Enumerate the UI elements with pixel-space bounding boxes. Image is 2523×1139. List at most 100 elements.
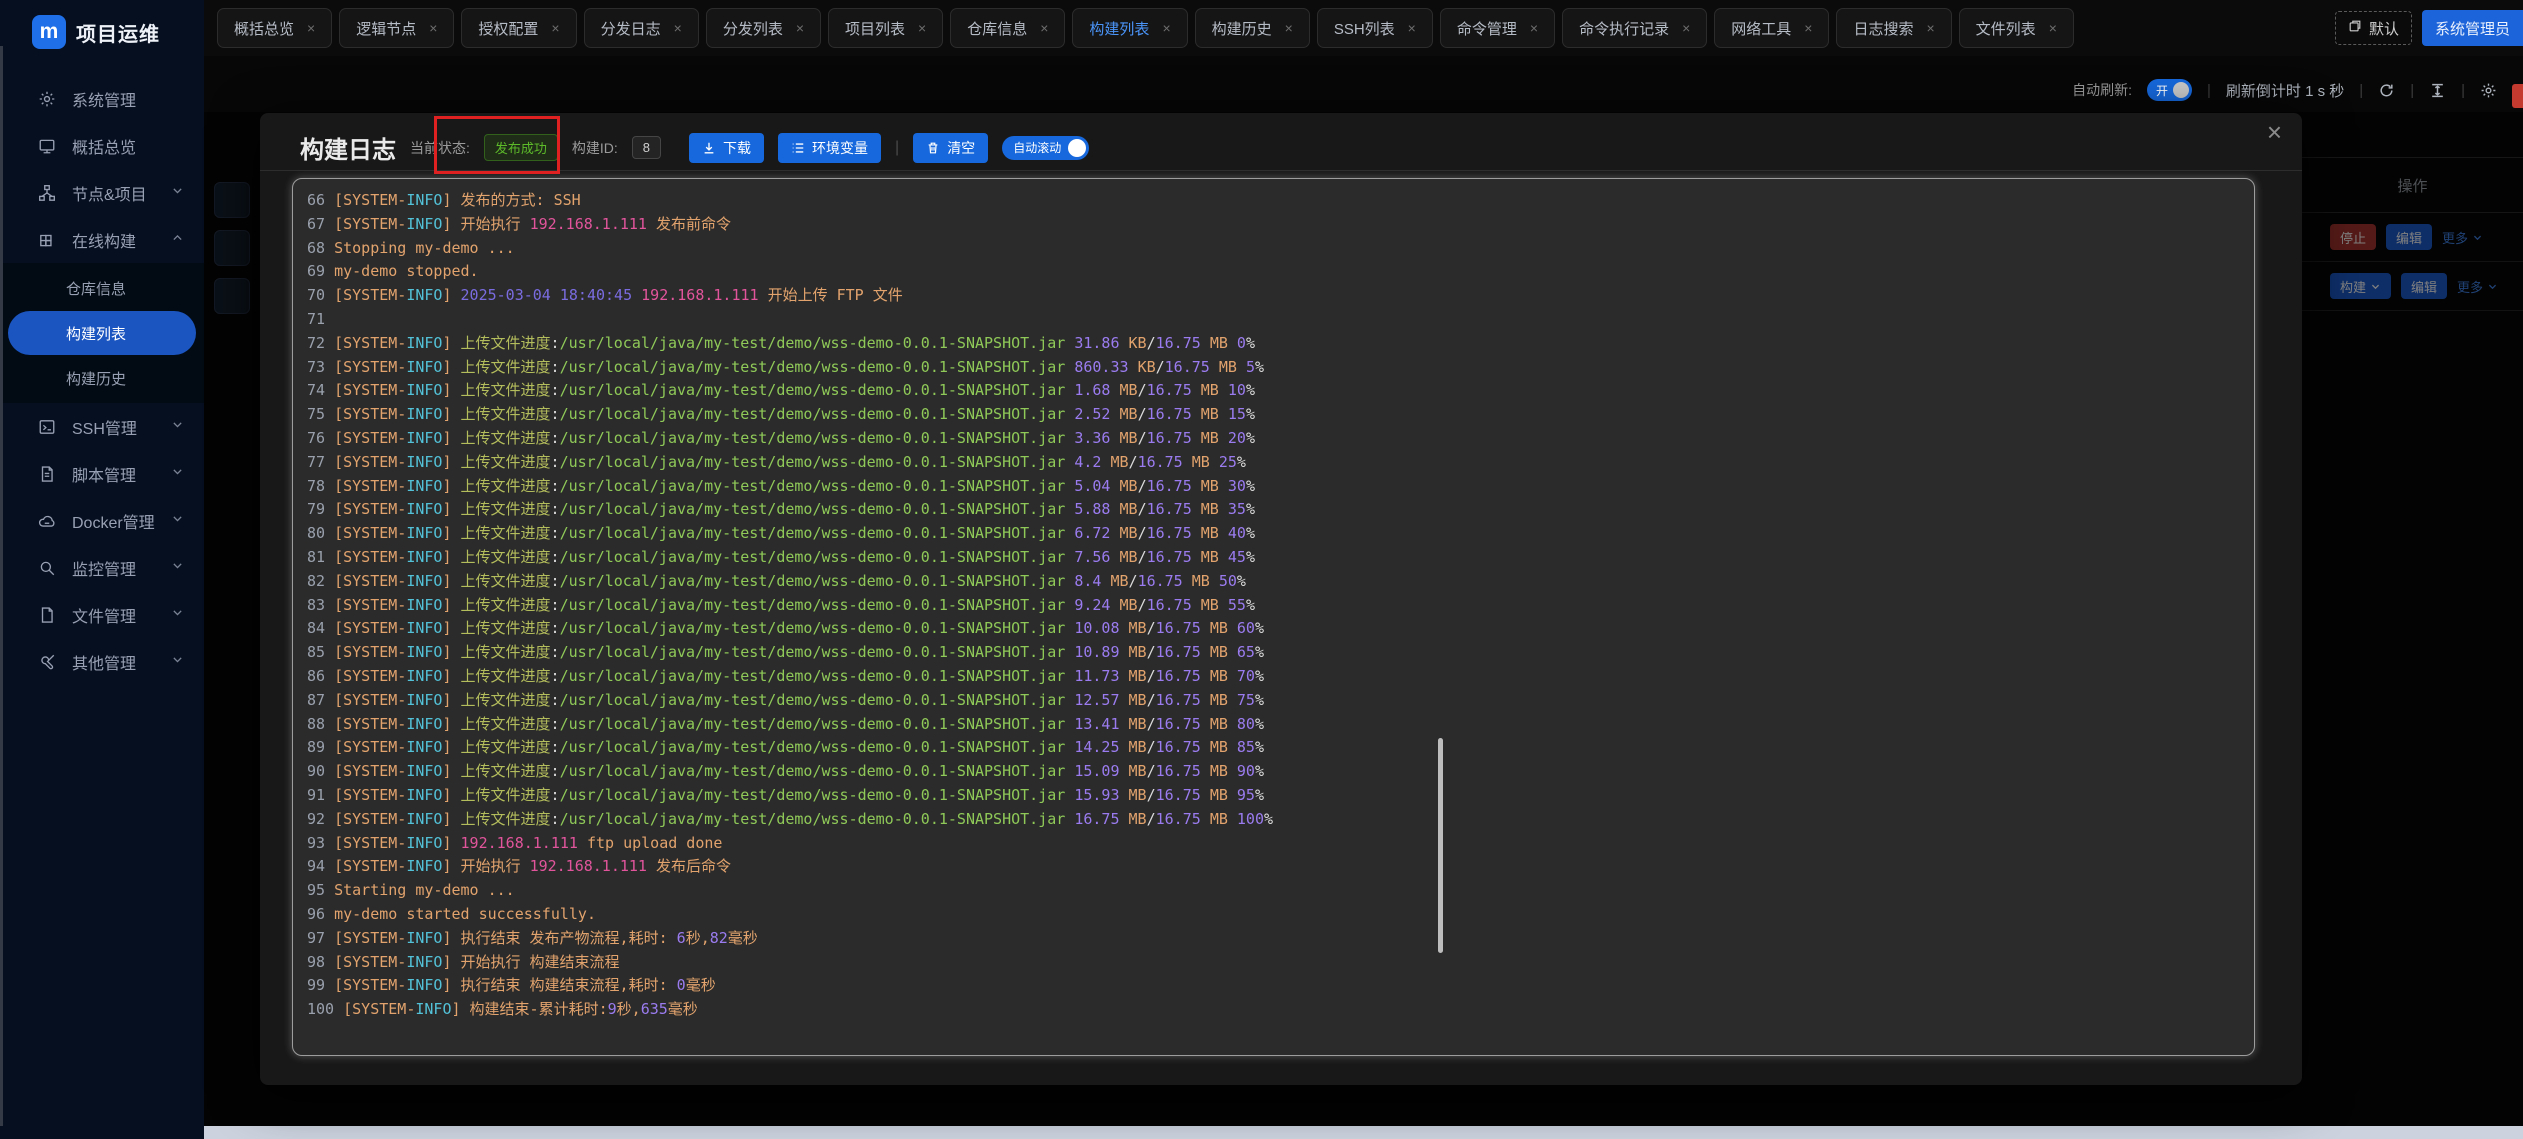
topbar-right: 默认 系统管理员 [2335, 10, 2523, 46]
workspace-default-label: 默认 [2369, 18, 2399, 39]
tab-close-icon[interactable]: × [1530, 20, 1538, 36]
log-line: 69 my-demo stopped. [307, 260, 2254, 284]
tab-分发列表[interactable]: 分发列表× [706, 8, 821, 48]
status-label: 当前状态: [410, 138, 470, 158]
sidebar-menu: 系统管理概括总览节点&项目在线构建仓库信息构建列表构建历史SSH管理脚本管理Do… [0, 75, 204, 685]
sidebar-item-节点&项目[interactable]: 节点&项目 [0, 169, 204, 216]
sidebar-item-系统管理[interactable]: 系统管理 [0, 75, 204, 122]
build-log-modal: 构建日志 当前状态: 发布成功 构建ID: 8 下载 环境变量 | 清空 自动滚… [260, 113, 2302, 1085]
tab-SSH列表[interactable]: SSH列表× [1317, 8, 1433, 48]
tab-概括总览[interactable]: 概括总览× [217, 8, 332, 48]
sidebar-item-脚本管理[interactable]: 脚本管理 [0, 450, 204, 497]
log-line: 92 [SYSTEM-INFO] 上传文件进度:/usr/local/java/… [307, 808, 2254, 832]
tab-命令执行记录[interactable]: 命令执行记录× [1562, 8, 1707, 48]
auto-refresh-state: 开 [2156, 82, 2168, 99]
log-line: 84 [SYSTEM-INFO] 上传文件进度:/usr/local/java/… [307, 617, 2254, 641]
chevron-down-icon [171, 653, 184, 671]
sidebar-subitem-仓库信息[interactable]: 仓库信息 [0, 266, 204, 310]
sidebar-item-监控管理[interactable]: 监控管理 [0, 544, 204, 591]
log-line: 88 [SYSTEM-INFO] 上传文件进度:/usr/local/java/… [307, 713, 2254, 737]
tab-日志搜索[interactable]: 日志搜索× [1836, 8, 1951, 48]
chevron-down-icon [171, 512, 184, 530]
clear-button[interactable]: 清空 [913, 133, 988, 163]
log-line: 66 [SYSTEM-INFO] 发布的方式: SSH [307, 189, 2254, 213]
sidebar-item-其他管理[interactable]: 其他管理 [0, 638, 204, 685]
log-line: 85 [SYSTEM-INFO] 上传文件进度:/usr/local/java/… [307, 641, 2254, 665]
log-line: 81 [SYSTEM-INFO] 上传文件进度:/usr/local/java/… [307, 546, 2254, 570]
tab-close-icon[interactable]: × [1804, 20, 1812, 36]
sidebar-item-Docker管理[interactable]: Docker管理 [0, 497, 204, 544]
tab-close-icon[interactable]: × [2049, 20, 2057, 36]
tab-close-icon[interactable]: × [429, 20, 437, 36]
tab-close-icon[interactable]: × [1682, 20, 1690, 36]
sidebar-item-在线构建[interactable]: 在线构建 [0, 216, 204, 263]
env-vars-button[interactable]: 环境变量 [778, 133, 881, 163]
tab-close-icon[interactable]: × [1926, 20, 1934, 36]
tab-close-icon[interactable]: × [1408, 20, 1416, 36]
tab-逻辑节点[interactable]: 逻辑节点× [339, 8, 454, 48]
build-log-output[interactable]: 66 [SYSTEM-INFO] 发布的方式: SSH67 [SYSTEM-IN… [292, 178, 2255, 1056]
tab-close-icon[interactable]: × [918, 20, 926, 36]
sidebar-subitem-构建列表[interactable]: 构建列表 [8, 311, 196, 355]
tab-授权配置[interactable]: 授权配置× [461, 8, 576, 48]
tab-命令管理[interactable]: 命令管理× [1440, 8, 1555, 48]
log-scrollbar-thumb[interactable] [1438, 738, 1443, 953]
log-line: 94 [SYSTEM-INFO] 开始执行 192.168.1.111 发布后命… [307, 855, 2254, 879]
nodes-icon [38, 184, 56, 202]
row-height-icon[interactable] [2429, 82, 2446, 99]
auto-scroll-toggle[interactable]: 自动滚动 [1002, 136, 1089, 160]
log-line: 99 [SYSTEM-INFO] 执行结束 构建结束流程,耗时: 0毫秒 [307, 974, 2254, 998]
log-line: 70 [SYSTEM-INFO] 2025-03-04 18:40:45 192… [307, 284, 2254, 308]
tab-网络工具[interactable]: 网络工具× [1714, 8, 1829, 48]
app-title: 项目运维 [76, 18, 160, 47]
log-line: 91 [SYSTEM-INFO] 上传文件进度:/usr/local/java/… [307, 784, 2254, 808]
sidebar-item-SSH管理[interactable]: SSH管理 [0, 403, 204, 450]
build-id-badge: 8 [632, 136, 661, 159]
tab-close-icon[interactable]: × [307, 20, 315, 36]
chevron-down-icon [171, 606, 184, 624]
log-line: 93 [SYSTEM-INFO] 192.168.1.111 ftp uploa… [307, 832, 2254, 856]
modal-title: 构建日志 [300, 130, 396, 165]
edge-red-icon[interactable] [2512, 84, 2523, 108]
tab-close-icon[interactable]: × [796, 20, 804, 36]
auto-refresh-toggle[interactable]: 开 [2147, 79, 2192, 101]
tab-close-icon[interactable]: × [1285, 20, 1293, 36]
settings-gear-icon[interactable] [2480, 82, 2497, 99]
tab-文件列表[interactable]: 文件列表× [1959, 8, 2074, 48]
modal-close-icon[interactable]: × [2267, 117, 2282, 148]
tab-仓库信息[interactable]: 仓库信息× [950, 8, 1065, 48]
tab-close-icon[interactable]: × [1162, 20, 1170, 36]
log-line: 72 [SYSTEM-INFO] 上传文件进度:/usr/local/java/… [307, 332, 2254, 356]
tab-分发日志[interactable]: 分发日志× [584, 8, 699, 48]
status-badge: 发布成功 [484, 134, 558, 161]
open-tabs: 概括总览×逻辑节点×授权配置×分发日志×分发列表×项目列表×仓库信息×构建列表×… [204, 8, 2074, 48]
download-button[interactable]: 下载 [689, 133, 764, 163]
sidebar-item-文件管理[interactable]: 文件管理 [0, 591, 204, 638]
modal-header: 构建日志 当前状态: 发布成功 构建ID: 8 下载 环境变量 | 清空 自动滚… [260, 113, 2302, 165]
tab-close-icon[interactable]: × [1040, 20, 1048, 36]
magnifier-icon [38, 559, 56, 577]
tab-close-icon[interactable]: × [674, 20, 682, 36]
refresh-icon[interactable] [2378, 82, 2395, 99]
sidebar-item-概括总览[interactable]: 概括总览 [0, 122, 204, 169]
workspace-default-button[interactable]: 默认 [2335, 11, 2412, 45]
horizontal-scrollbar[interactable] [204, 1126, 2523, 1139]
sidebar-scrollbar[interactable] [0, 46, 3, 1126]
trash-icon [926, 141, 940, 155]
tab-close-icon[interactable]: × [551, 20, 559, 36]
log-line: 71 [307, 308, 2254, 332]
admin-user-button[interactable]: 系统管理员 [2422, 10, 2523, 46]
tab-构建历史[interactable]: 构建历史× [1195, 8, 1310, 48]
chevron-down-icon [171, 418, 184, 436]
log-line: 100 [SYSTEM-INFO] 构建结束-累计耗时:9秒,635毫秒 [307, 998, 2254, 1022]
sidebar-subitem-构建历史[interactable]: 构建历史 [0, 356, 204, 400]
chevron-down-icon [171, 559, 184, 577]
chevron-up-icon [171, 231, 184, 249]
submenu-在线构建: 仓库信息构建列表构建历史 [0, 263, 204, 403]
tab-项目列表[interactable]: 项目列表× [828, 8, 943, 48]
tab-构建列表[interactable]: 构建列表× [1072, 8, 1187, 48]
log-line: 89 [SYSTEM-INFO] 上传文件进度:/usr/local/java/… [307, 736, 2254, 760]
log-line: 82 [SYSTEM-INFO] 上传文件进度:/usr/local/java/… [307, 570, 2254, 594]
tab-bar: 概括总览×逻辑节点×授权配置×分发日志×分发列表×项目列表×仓库信息×构建列表×… [204, 0, 2523, 56]
log-line: 73 [SYSTEM-INFO] 上传文件进度:/usr/local/java/… [307, 356, 2254, 380]
